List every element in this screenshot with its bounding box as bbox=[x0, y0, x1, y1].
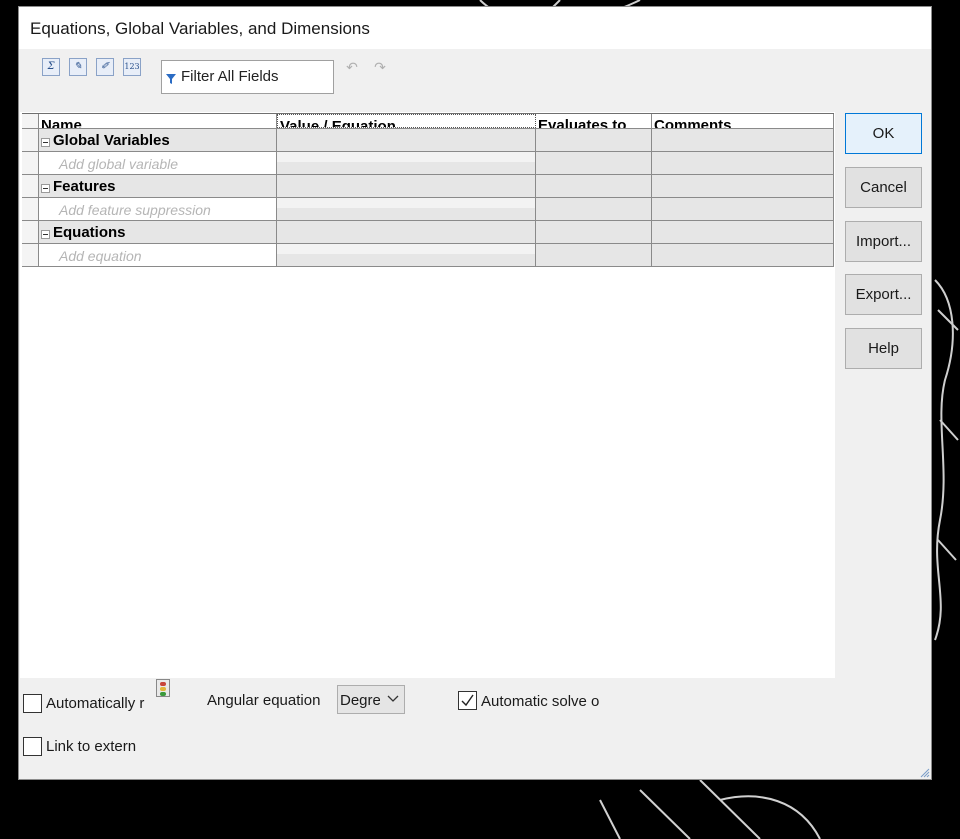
value-cell[interactable] bbox=[277, 129, 536, 151]
row-header bbox=[22, 198, 39, 220]
rebuild-status-icon[interactable] bbox=[156, 679, 170, 697]
group-row-features[interactable]: Features bbox=[22, 175, 834, 198]
auto-rebuild-label: Automatically r bbox=[46, 695, 145, 712]
column-header-label: Value / Equation bbox=[280, 118, 396, 128]
value-cell[interactable] bbox=[277, 198, 536, 220]
group-label: Equations bbox=[53, 224, 126, 241]
column-header-label: Comments bbox=[654, 117, 732, 128]
equations-grid: Name Value / Equation Evaluates to Comme… bbox=[20, 112, 835, 678]
export-button[interactable]: Export... bbox=[845, 274, 922, 315]
evaluates-cell bbox=[536, 175, 652, 197]
row-header bbox=[22, 244, 39, 266]
collapse-icon[interactable] bbox=[41, 138, 50, 147]
sketch-equation-view-icon[interactable]: ✎ bbox=[69, 58, 87, 76]
evaluates-cell bbox=[536, 152, 652, 174]
row-header bbox=[22, 221, 39, 243]
evaluates-cell bbox=[536, 244, 652, 266]
group-name-cell[interactable]: Global Variables bbox=[39, 129, 277, 151]
column-header-evaluates[interactable]: Evaluates to bbox=[536, 114, 652, 128]
grid-header-row: Name Value / Equation Evaluates to Comme… bbox=[22, 114, 834, 129]
comment-cell[interactable] bbox=[652, 198, 834, 220]
group-row-global-variables[interactable]: Global Variables bbox=[22, 129, 834, 152]
filter-placeholder: Filter All Fields bbox=[181, 68, 279, 85]
row-header bbox=[22, 152, 39, 174]
collapse-icon[interactable] bbox=[41, 184, 50, 193]
auto-solve-label: Automatic solve o bbox=[481, 693, 600, 710]
resize-grip-icon[interactable] bbox=[918, 766, 930, 778]
import-button[interactable]: Import... bbox=[845, 221, 922, 262]
evaluates-cell bbox=[536, 198, 652, 220]
add-feature-suppression-row[interactable]: Add feature suppression bbox=[22, 198, 834, 221]
add-equation-placeholder: Add equation bbox=[59, 248, 142, 264]
angular-unit-select[interactable]: Degrees bbox=[337, 685, 405, 714]
link-external-label: Link to extern bbox=[46, 738, 137, 755]
group-name-cell[interactable]: Equations bbox=[39, 221, 277, 243]
equations-dialog: Equations, Global Variables, and Dimensi… bbox=[18, 6, 932, 780]
link-external-checkbox[interactable] bbox=[23, 737, 42, 756]
name-cell[interactable]: Add feature suppression bbox=[39, 198, 277, 220]
add-global-variable-placeholder: Add global variable bbox=[59, 156, 179, 172]
angular-equation-label: Angular equation bbox=[207, 692, 321, 709]
value-cell[interactable] bbox=[277, 152, 536, 174]
column-header-label: Name bbox=[41, 117, 82, 128]
group-name-cell[interactable]: Features bbox=[39, 175, 277, 197]
column-header-comments[interactable]: Comments bbox=[652, 114, 834, 128]
comment-cell[interactable] bbox=[652, 175, 834, 197]
chevron-down-icon bbox=[387, 695, 399, 702]
name-cell[interactable]: Add global variable bbox=[39, 152, 277, 174]
value-cell[interactable] bbox=[277, 244, 536, 266]
redo-icon[interactable]: ↷ bbox=[371, 58, 389, 76]
add-feature-suppression-placeholder: Add feature suppression bbox=[59, 202, 211, 218]
group-label: Global Variables bbox=[53, 132, 170, 149]
undo-icon[interactable]: ↶ bbox=[343, 58, 361, 76]
auto-rebuild-checkbox[interactable] bbox=[23, 694, 42, 713]
add-equation-row[interactable]: Add equation bbox=[22, 244, 834, 267]
grid-table: Name Value / Equation Evaluates to Comme… bbox=[22, 113, 834, 267]
cancel-button[interactable]: Cancel bbox=[845, 167, 922, 208]
row-header-corner bbox=[22, 114, 39, 128]
dimension-view-icon[interactable]: ✐ bbox=[96, 58, 114, 76]
comment-cell[interactable] bbox=[652, 221, 834, 243]
title-bar: Equations, Global Variables, and Dimensi… bbox=[19, 7, 931, 49]
column-header-value[interactable]: Value / Equation bbox=[277, 114, 536, 128]
ok-button[interactable]: OK bbox=[845, 113, 922, 154]
auto-solve-checkbox[interactable] bbox=[458, 691, 477, 710]
value-cell[interactable] bbox=[277, 221, 536, 243]
group-row-equations[interactable]: Equations bbox=[22, 221, 834, 244]
group-label: Features bbox=[53, 178, 116, 195]
filter-field[interactable]: Filter All Fields bbox=[161, 60, 334, 94]
angular-unit-value: Degrees bbox=[340, 692, 380, 709]
comment-cell[interactable] bbox=[652, 152, 834, 174]
ordered-view-icon[interactable]: 123 bbox=[123, 58, 141, 76]
add-global-variable-row[interactable]: Add global variable bbox=[22, 152, 834, 175]
dialog-title: Equations, Global Variables, and Dimensi… bbox=[30, 19, 370, 38]
checkmark-icon bbox=[461, 694, 474, 707]
equation-view-icon[interactable]: Σ bbox=[42, 58, 60, 76]
filter-icon bbox=[166, 74, 176, 84]
comment-cell[interactable] bbox=[652, 244, 834, 266]
row-header bbox=[22, 129, 39, 151]
comment-cell[interactable] bbox=[652, 129, 834, 151]
row-header bbox=[22, 175, 39, 197]
column-header-label: Evaluates to bbox=[538, 117, 627, 128]
collapse-icon[interactable] bbox=[41, 230, 50, 239]
value-cell[interactable] bbox=[277, 175, 536, 197]
column-header-name[interactable]: Name bbox=[39, 114, 277, 128]
name-cell[interactable]: Add equation bbox=[39, 244, 277, 266]
evaluates-cell bbox=[536, 221, 652, 243]
help-button[interactable]: Help bbox=[845, 328, 922, 369]
evaluates-cell bbox=[536, 129, 652, 151]
